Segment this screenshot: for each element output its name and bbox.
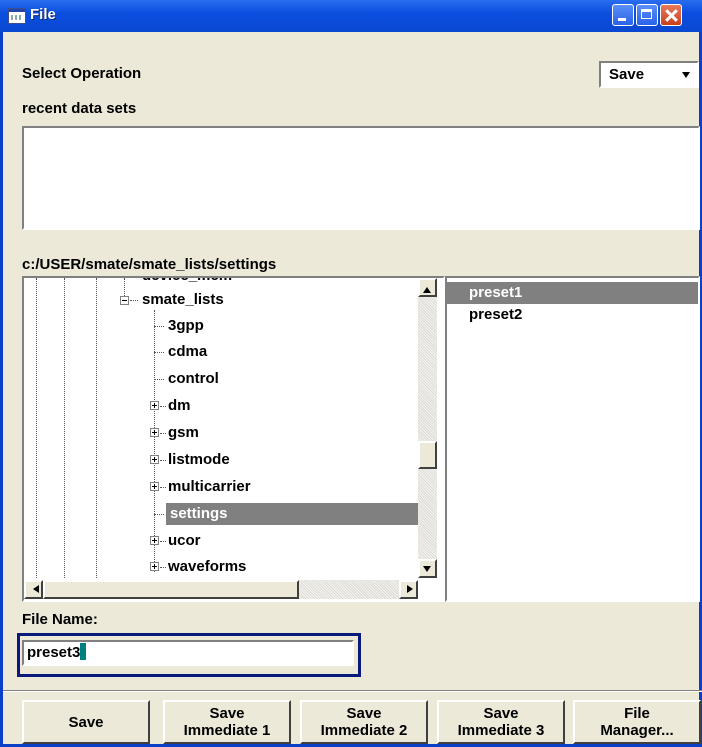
tree-connector — [160, 541, 166, 542]
expand-icon[interactable] — [150, 536, 159, 545]
save-immediate-1-button[interactable]: Save Immediate 1 — [163, 700, 291, 744]
tree-connector — [160, 406, 166, 407]
operation-select-value: Save — [609, 66, 645, 83]
scroll-right-button[interactable] — [399, 580, 418, 599]
tree-connector — [160, 487, 166, 488]
scroll-up-button[interactable] — [418, 278, 437, 297]
operation-select[interactable]: Save — [599, 61, 699, 88]
tree-item-smate-lists[interactable]: smate_lists — [142, 289, 224, 311]
file-name-label: File Name: — [22, 611, 98, 628]
save-button[interactable]: Save — [22, 700, 150, 744]
tree-guide-line — [36, 278, 37, 578]
file-item-preset1[interactable]: preset1 — [447, 282, 698, 304]
tree-guide-line — [64, 278, 65, 578]
file-list[interactable]: preset1 preset2 — [445, 276, 700, 602]
expand-icon[interactable] — [150, 428, 159, 437]
close-button[interactable] — [660, 4, 682, 26]
scroll-down-button[interactable] — [418, 559, 437, 578]
expand-icon[interactable] — [150, 482, 159, 491]
file-dialog-icon — [8, 8, 26, 24]
file-dialog: File Select Operation Save recent data s… — [0, 0, 702, 747]
expand-icon[interactable] — [150, 455, 159, 464]
recent-data-sets-list[interactable] — [22, 126, 700, 230]
tree-item-gsm[interactable]: gsm — [168, 422, 199, 444]
maximize-button[interactable] — [636, 4, 658, 26]
tree-item-listmode[interactable]: listmode — [168, 449, 230, 471]
collapse-icon[interactable] — [120, 296, 129, 305]
file-name-focus-frame: preset3 — [17, 633, 361, 677]
file-item-preset2[interactable]: preset2 — [447, 304, 698, 326]
scroll-left-button[interactable] — [24, 580, 43, 599]
vertical-scroll-thumb[interactable] — [418, 441, 437, 469]
tree-connector — [154, 514, 164, 515]
tree-horizontal-scrollbar[interactable] — [24, 580, 418, 599]
expand-icon[interactable] — [150, 562, 159, 571]
horizontal-scroll-thumb[interactable] — [43, 580, 299, 599]
save-immediate-2-button[interactable]: Save Immediate 2 — [300, 700, 428, 744]
recent-data-sets-label: recent data sets — [22, 100, 137, 117]
tree-item-waveforms[interactable]: waveforms — [168, 556, 246, 578]
tree-item-3gpp[interactable]: 3gpp — [168, 315, 204, 337]
tree-item-control[interactable]: control — [168, 368, 219, 390]
file-name-input[interactable]: preset3 — [22, 640, 354, 666]
tree-connector — [160, 433, 166, 434]
tree-connector — [160, 460, 166, 461]
select-operation-label: Select Operation — [22, 65, 142, 82]
tree-connector — [154, 352, 164, 353]
tree-item-dm[interactable]: dm — [168, 395, 191, 417]
chevron-down-icon[interactable] — [677, 65, 695, 84]
directory-tree[interactable]: device_mem smate_lists 3gpp cdma control… — [22, 276, 445, 602]
tree-vertical-scrollbar[interactable] — [418, 278, 437, 578]
file-manager-button[interactable]: File Manager... — [573, 700, 701, 744]
tree-connector — [160, 567, 166, 568]
title-bar[interactable]: File — [0, 0, 702, 32]
button-bar-divider-highlight — [3, 691, 702, 692]
tree-item-ucor[interactable]: ucor — [168, 530, 201, 552]
tree-guide-line — [154, 310, 155, 572]
tree-item-cdma[interactable]: cdma — [168, 341, 207, 363]
save-immediate-3-button[interactable]: Save Immediate 3 — [437, 700, 565, 744]
current-path: c:/USER/smate/smate_lists/settings — [22, 256, 277, 273]
text-caret — [80, 643, 87, 660]
expand-icon[interactable] — [150, 401, 159, 410]
tree-connector — [154, 379, 164, 380]
tree-connector — [130, 300, 138, 301]
minimize-button[interactable] — [612, 4, 634, 26]
tree-item-settings[interactable]: settings — [166, 503, 418, 525]
tree-item-multicarrier[interactable]: multicarrier — [168, 476, 251, 498]
file-name-value: preset3 — [27, 644, 81, 661]
window-title: File — [30, 6, 56, 23]
tree-connector — [154, 326, 164, 327]
tree-guide-line — [96, 278, 97, 578]
tree-item-partial[interactable]: device_mem — [142, 278, 232, 287]
